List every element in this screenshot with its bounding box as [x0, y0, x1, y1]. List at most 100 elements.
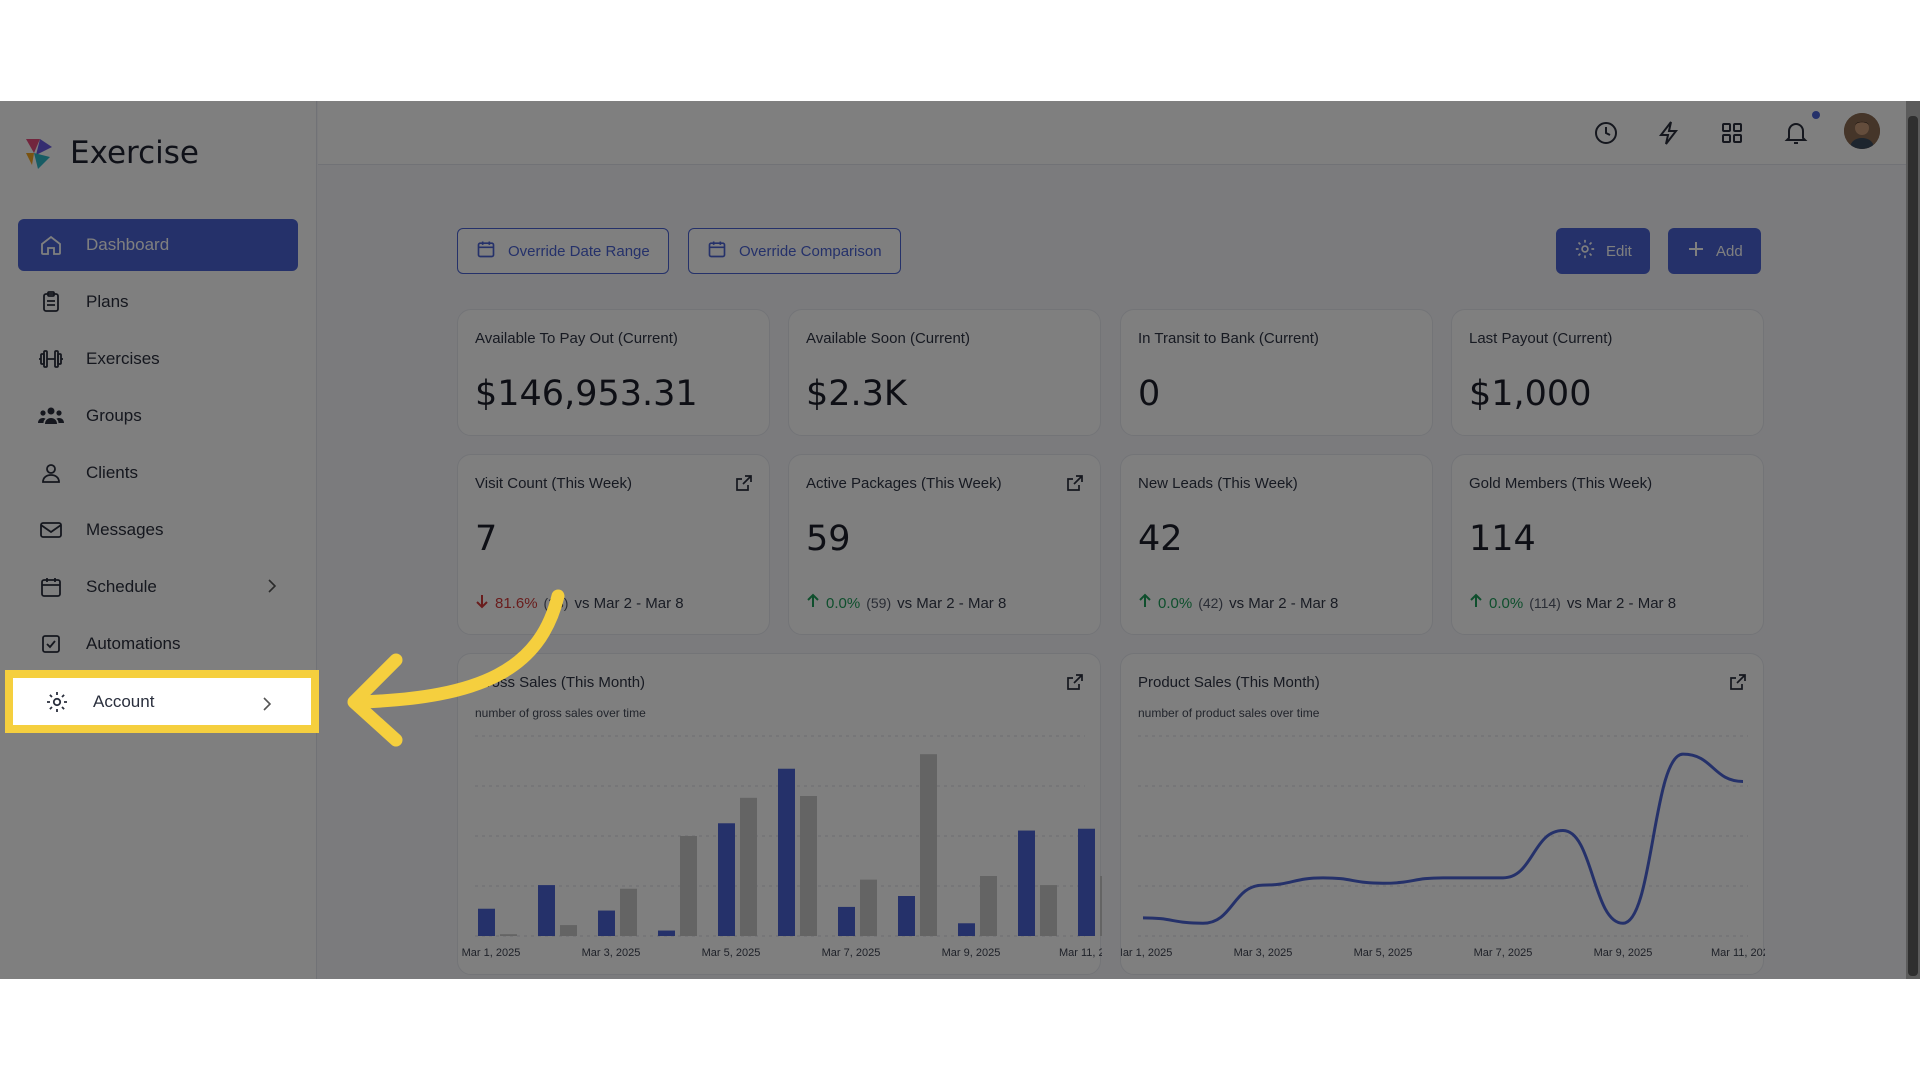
card-title: In Transit to Bank (Current): [1138, 330, 1319, 347]
x-tick-label: Mar 7, 2025: [1474, 947, 1533, 959]
trend-percent: 0.0%: [826, 594, 861, 612]
grid-icon[interactable]: [1718, 119, 1746, 147]
weekly-card: New Leads (This Week) 42 0.0% (42) vs Ma…: [1120, 454, 1433, 635]
bar[interactable]: [1018, 830, 1035, 936]
x-tick-label: Mar 3, 2025: [582, 947, 641, 959]
sidebar-item-messages[interactable]: Messages: [18, 504, 298, 556]
bar[interactable]: [500, 934, 517, 936]
external-link-icon[interactable]: [1065, 473, 1085, 493]
logo-icon: [26, 139, 52, 169]
trend-range: vs Mar 2 - Mar 8: [897, 594, 1007, 612]
bar[interactable]: [958, 923, 975, 936]
add-button[interactable]: Add: [1668, 228, 1761, 274]
card-value: $1,000: [1469, 374, 1592, 414]
series-line: [1142, 752, 1744, 925]
trend: 0.0% (114) vs Mar 2 - Mar 8: [1469, 593, 1676, 613]
sidebar-item-label: Schedule: [86, 577, 157, 596]
bar[interactable]: [538, 885, 555, 936]
mail-icon: [38, 517, 64, 543]
bar[interactable]: [778, 768, 795, 936]
sidebar: Exercise Dashboard Plans Exercises Group…: [0, 101, 317, 979]
sidebar-item-account[interactable]: Account: [5, 670, 319, 733]
card-title: Visit Count (This Week): [475, 475, 632, 492]
calendar-icon: [38, 574, 64, 600]
history-icon[interactable]: [1592, 119, 1620, 147]
card-title: New Leads (This Week): [1138, 475, 1298, 492]
annotation-arrow: [347, 589, 565, 747]
x-tick-label: Mar 9, 2025: [1594, 947, 1653, 959]
x-tick-label: Mar 5, 2025: [702, 947, 761, 959]
bar[interactable]: [1078, 828, 1095, 936]
weekly-card: Gold Members (This Week) 114 0.0% (114) …: [1451, 454, 1764, 635]
trend: 0.0% (59) vs Mar 2 - Mar 8: [806, 593, 1006, 613]
notification-dot: [1812, 111, 1820, 119]
trend-range: vs Mar 2 - Mar 8: [574, 594, 684, 612]
sidebar-item-clients[interactable]: Clients: [18, 447, 298, 499]
sidebar-item-groups[interactable]: Groups: [18, 390, 298, 442]
sidebar-item-schedule[interactable]: Schedule: [18, 561, 298, 613]
sidebar-item-label: Exercises: [86, 349, 160, 368]
card-value: $146,953.31: [475, 374, 698, 414]
trend-percent: 0.0%: [1158, 594, 1193, 612]
bolt-icon[interactable]: [1655, 119, 1683, 147]
arrow-up-icon: [806, 593, 820, 613]
calendar-icon: [476, 239, 496, 263]
avatar[interactable]: [1844, 113, 1880, 149]
trend-range: vs Mar 2 - Mar 8: [1229, 594, 1339, 612]
logo[interactable]: Exercise: [22, 135, 199, 171]
card-title: Last Payout (Current): [1469, 330, 1613, 347]
bar[interactable]: [898, 896, 915, 936]
gear-icon: [1574, 238, 1596, 264]
bar[interactable]: [740, 797, 757, 936]
trend-previous: (42): [1198, 595, 1224, 611]
override-date-range-button[interactable]: Override Date Range: [457, 228, 669, 274]
bar[interactable]: [860, 879, 877, 936]
weekly-card: Active Packages (This Week) 59 0.0% (59)…: [788, 454, 1101, 635]
bar[interactable]: [1100, 876, 1102, 936]
bar[interactable]: [478, 908, 495, 936]
sidebar-item-label: Clients: [86, 463, 138, 482]
bar[interactable]: [658, 930, 675, 936]
sidebar-nav: Dashboard Plans Exercises Groups Clients…: [18, 219, 298, 675]
external-link-icon[interactable]: [734, 473, 754, 493]
top-bar: [318, 101, 1920, 165]
x-tick-label: Mar 7, 2025: [822, 947, 881, 959]
bar[interactable]: [980, 876, 997, 936]
card-value: 0: [1138, 374, 1161, 414]
arrow-up-icon: [1469, 593, 1483, 613]
sidebar-item-dashboard[interactable]: Dashboard: [18, 219, 298, 271]
bar[interactable]: [1040, 885, 1057, 936]
sidebar-item-exercises[interactable]: Exercises: [18, 333, 298, 385]
bar[interactable]: [800, 796, 817, 936]
bar[interactable]: [920, 754, 937, 936]
scrollbar-thumb[interactable]: [1908, 116, 1918, 976]
override-comparison-button[interactable]: Override Comparison: [688, 228, 901, 274]
bar[interactable]: [838, 906, 855, 936]
card-value: 42: [1138, 519, 1183, 559]
sidebar-item-label: Account: [93, 691, 155, 711]
x-tick-label: Mar 3, 2025: [1234, 947, 1293, 959]
bar[interactable]: [560, 925, 577, 936]
product-sales-chart: Mar 1, 2025 Mar 3, 2025 Mar 5, 2025 Mar 7, …: [1121, 735, 1765, 959]
bar[interactable]: [598, 910, 615, 936]
edit-button[interactable]: Edit: [1556, 228, 1650, 274]
bell-icon[interactable]: [1782, 119, 1810, 147]
plus-icon: [1686, 239, 1706, 263]
app-window: Exercise Dashboard Plans Exercises Group…: [0, 101, 1920, 979]
bar[interactable]: [718, 823, 735, 936]
sidebar-item-automations[interactable]: Automations: [18, 618, 298, 670]
chevron-right-icon: [266, 577, 278, 600]
product-sales-card: Product Sales (This Month) number of pro…: [1120, 653, 1765, 975]
bar[interactable]: [680, 836, 697, 936]
bar[interactable]: [620, 888, 637, 936]
sidebar-item-plans[interactable]: Plans: [18, 276, 298, 328]
arrow-up-icon: [1138, 593, 1152, 613]
stat-card: Available To Pay Out (Current) $146,953.…: [457, 309, 770, 436]
card-title: Available Soon (Current): [806, 330, 970, 347]
clipboard-icon: [38, 289, 64, 315]
chevron-right-icon: [261, 695, 273, 718]
stat-card: In Transit to Bank (Current) 0: [1120, 309, 1433, 436]
trend-range: vs Mar 2 - Mar 8: [1566, 594, 1677, 612]
button-label: Add: [1716, 242, 1743, 260]
sidebar-item-label: Messages: [86, 520, 164, 539]
